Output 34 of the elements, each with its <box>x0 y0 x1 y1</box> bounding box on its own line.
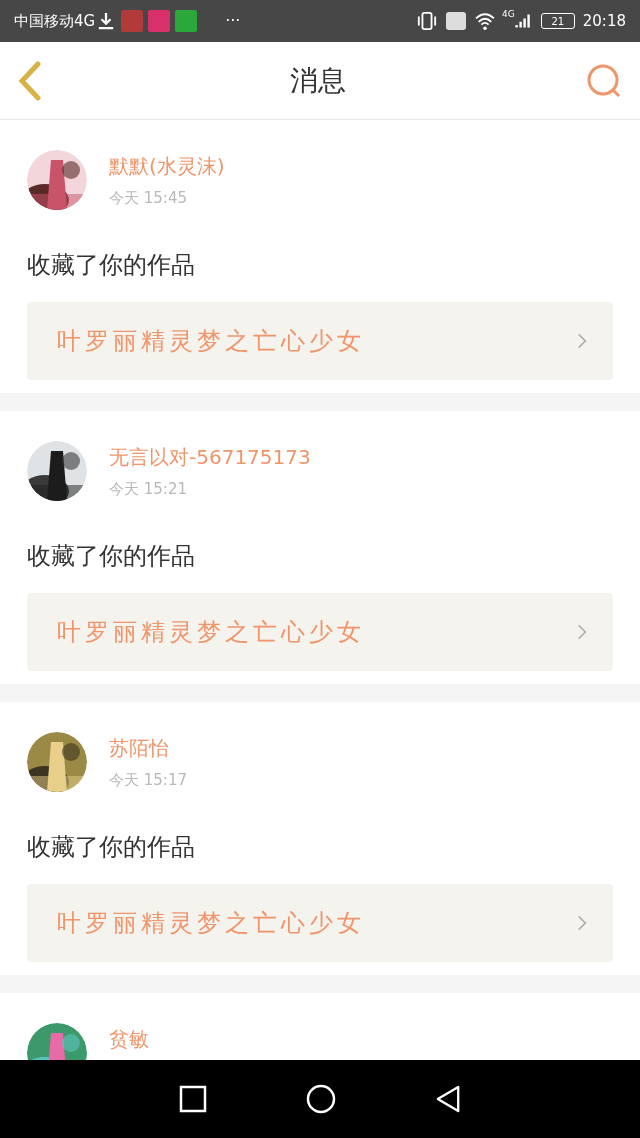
app-icon <box>121 10 144 32</box>
user-name[interactable]: 默默(水灵沫) <box>109 154 225 178</box>
message-time: 今天 15:17 <box>109 770 187 790</box>
user-name[interactable]: 苏陌怡 <box>109 736 187 760</box>
chevron-right-icon <box>577 623 587 641</box>
message-text: 收藏了你的作品 <box>27 541 196 571</box>
user-name[interactable]: 无言以对-567175173 <box>109 445 311 469</box>
battery-icon: 21 <box>540 13 575 29</box>
more-text: ··· <box>225 10 241 32</box>
wifi-icon <box>474 12 497 30</box>
carrier-text: 中国移动4G <box>14 10 96 32</box>
triangle-icon[interactable] <box>434 1084 461 1114</box>
search-icon <box>586 62 622 99</box>
page-title: 消息 <box>290 62 346 99</box>
square-icon[interactable] <box>179 1085 208 1113</box>
chevron-right-icon <box>577 332 587 350</box>
app-icon <box>148 10 171 32</box>
message-time: 今天 15:21 <box>109 479 188 499</box>
message-text: 收藏了你的作品 <box>27 250 196 280</box>
signal-icon <box>514 12 531 30</box>
work-link[interactable]: 叶罗丽精灵梦之亡心少女 <box>27 302 613 380</box>
back-icon <box>18 60 42 101</box>
work-link[interactable]: 叶罗丽精灵梦之亡心少女 <box>27 593 613 671</box>
vibrate-icon <box>416 11 439 31</box>
message-time: 今天 15:45 <box>109 188 188 208</box>
network-text: 4G <box>502 8 515 21</box>
chevron-right-icon <box>577 914 587 932</box>
download-icon <box>97 11 116 31</box>
work-link[interactable]: 叶罗丽精灵梦之亡心少女 <box>27 884 613 962</box>
user-name[interactable]: 贫敏 <box>109 1027 149 1051</box>
app-icon <box>175 10 198 32</box>
circle-icon[interactable] <box>306 1084 336 1114</box>
message-text: 收藏了你的作品 <box>27 832 196 862</box>
time-text: 20:18 <box>582 10 626 32</box>
